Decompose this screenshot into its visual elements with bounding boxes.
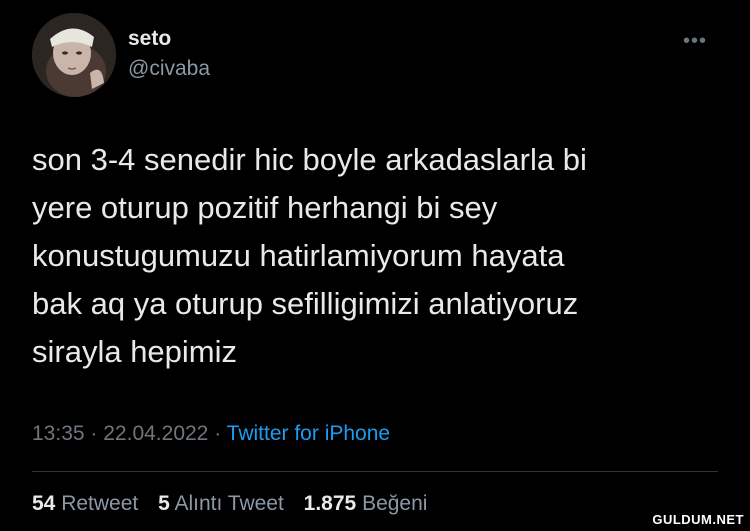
more-horizontal-icon[interactable]: ••• — [683, 30, 707, 53]
retweet-stat[interactable]: 54 Retweet — [32, 492, 138, 515]
tweet-text: son 3-4 senedir hic boyle arkadaslarla b… — [32, 142, 587, 369]
tweet-date: 22.04.2022 — [103, 422, 209, 445]
avatar-image — [32, 13, 116, 97]
like-count: 1.875 — [303, 492, 357, 515]
retweet-count: 54 — [32, 492, 56, 515]
author-name[interactable]: seto — [128, 27, 171, 51]
watermark: GULDUM.NET — [652, 512, 744, 527]
tweet-stats: 54 Retweet 5 Alıntı Tweet 1.875 Beğeni — [32, 492, 441, 516]
separator: · — [90, 422, 98, 445]
like-stat[interactable]: 1.875 Beğeni — [304, 492, 428, 515]
divider — [32, 471, 718, 472]
author-handle[interactable]: @civaba — [128, 57, 210, 81]
like-label: Beğeni — [362, 492, 428, 515]
quote-stat[interactable]: 5 Alıntı Tweet — [158, 492, 284, 515]
tweet-source-link[interactable]: Twitter for iPhone — [227, 422, 390, 445]
quote-label: Alıntı Tweet — [174, 492, 284, 515]
tweet-meta: 13:35 · 22.04.2022 · Twitter for iPhone — [32, 422, 390, 446]
quote-count: 5 — [158, 492, 170, 515]
retweet-label: Retweet — [61, 492, 139, 515]
separator: · — [214, 422, 222, 445]
avatar[interactable] — [32, 13, 116, 97]
tweet-time: 13:35 — [32, 422, 85, 445]
